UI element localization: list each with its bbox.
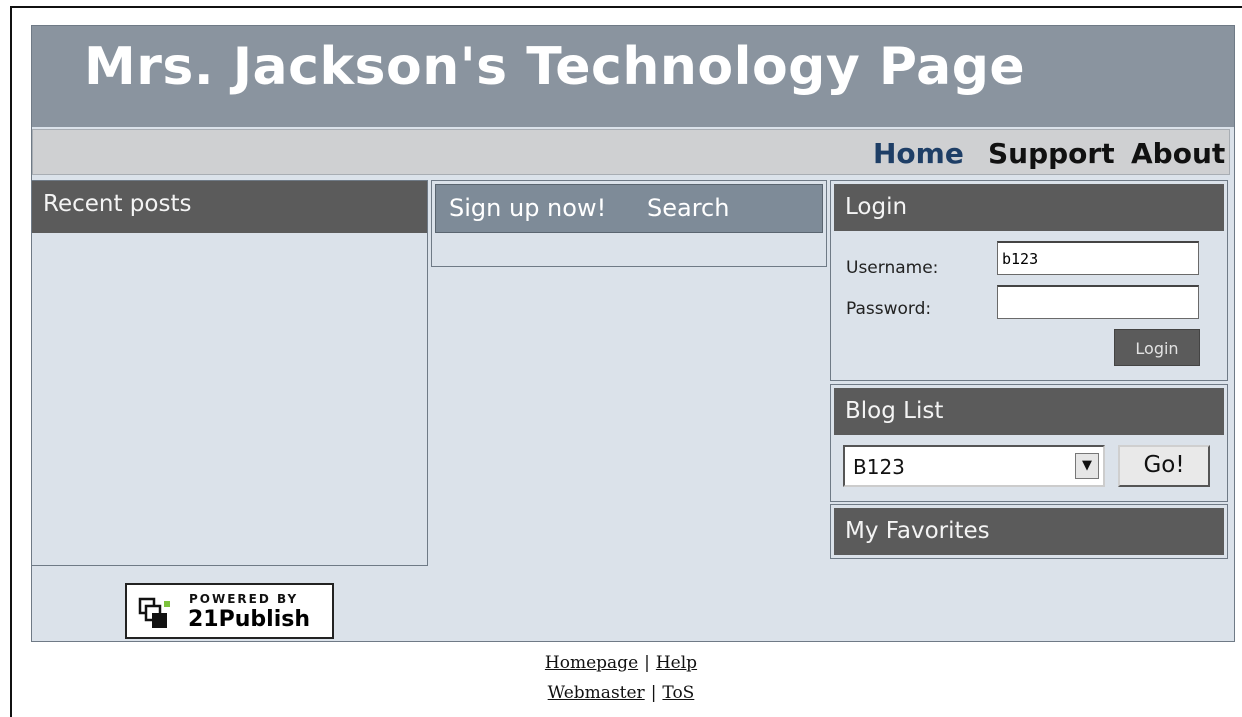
login-button[interactable]: Login: [1114, 329, 1200, 366]
dropdown-arrow-icon[interactable]: ▼: [1075, 453, 1099, 479]
footer-homepage-link[interactable]: Homepage: [545, 653, 638, 673]
footer-separator: |: [644, 653, 650, 673]
my-favorites-title[interactable]: My Favorites: [834, 508, 1224, 555]
footer-webmaster-link[interactable]: Webmaster: [548, 683, 645, 703]
footer-separator: |: [650, 683, 657, 703]
recent-posts-panel: Recent posts: [32, 180, 428, 566]
21publish-brand-text: 21Publish: [188, 607, 310, 632]
footer-line-1: Homepage | Help: [0, 648, 1242, 678]
my-favorites-panel: My Favorites: [830, 504, 1228, 559]
powered-by-text: POWERED BY: [189, 592, 299, 606]
login-panel: Login Username: Password: Login: [830, 180, 1228, 381]
nav-support-link[interactable]: Support: [988, 137, 1115, 170]
sign-up-link[interactable]: Sign up now!: [449, 194, 606, 222]
password-input[interactable]: [997, 285, 1199, 319]
site-title: Mrs. Jackson's Technology Page: [84, 37, 1026, 97]
footer-line-2: Webmaster | ToS: [0, 678, 1242, 708]
password-label: Password:: [846, 299, 932, 319]
search-link[interactable]: Search: [647, 194, 729, 222]
recent-posts-title: Recent posts: [32, 181, 427, 233]
username-input[interactable]: [997, 241, 1199, 275]
page-frame-top-border: [10, 6, 1242, 8]
footer-tos-link[interactable]: ToS: [662, 683, 694, 703]
site-container: Mrs. Jackson's Technology Page Home Supp…: [31, 25, 1235, 642]
nav-home-link[interactable]: Home: [873, 137, 964, 170]
login-title: Login: [834, 184, 1224, 231]
blog-list-select[interactable]: B123 ▼: [843, 445, 1105, 487]
powered-by-badge[interactable]: POWERED BY 21Publish: [125, 583, 334, 639]
go-button[interactable]: Go!: [1118, 445, 1210, 487]
navigation-bar: Home Support About: [32, 129, 1230, 175]
page-frame-left-border: [10, 6, 12, 717]
site-header: Mrs. Jackson's Technology Page: [32, 26, 1234, 127]
footer-help-link[interactable]: Help: [656, 653, 697, 673]
signup-search-panel: Sign up now! Search: [431, 180, 827, 267]
username-label: Username:: [846, 258, 939, 278]
nav-about-link[interactable]: About: [1131, 137, 1225, 170]
site-footer: Homepage | Help Webmaster | ToS: [0, 648, 1242, 708]
signup-search-tabs: Sign up now! Search: [435, 184, 823, 233]
blog-list-panel: Blog List B123 ▼ Go!: [830, 384, 1228, 502]
blog-list-title: Blog List: [834, 388, 1224, 435]
blog-list-selected-value: B123: [853, 455, 905, 479]
21publish-logo-icon: [138, 597, 170, 628]
